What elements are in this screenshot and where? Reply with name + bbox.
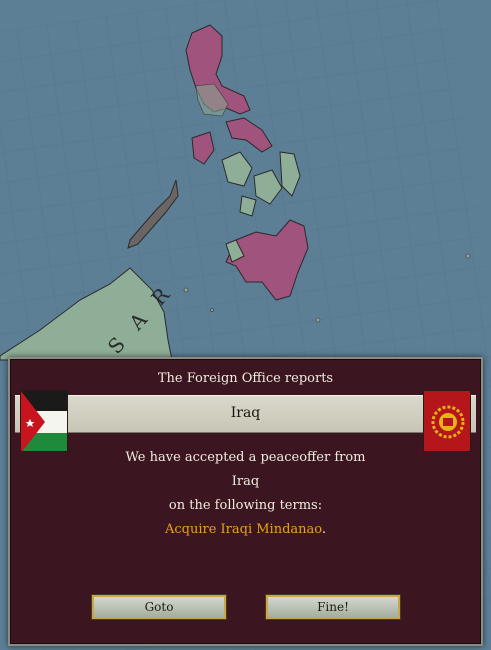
goto-button[interactable]: Goto [91, 594, 227, 620]
message-line-1: We have accepted a peaceoffer from [125, 450, 366, 465]
message-line-2: Iraq [231, 474, 260, 489]
peace-report-dialog: The Foreign Office reports Iraq We have … [8, 357, 483, 646]
fine-button[interactable]: Fine! [265, 594, 401, 620]
red-emblem-flag-icon[interactable] [423, 390, 471, 452]
terms-suffix: . [321, 522, 327, 537]
message-line-3: on the following terms: [168, 498, 323, 513]
terms-text: Acquire Iraqi Mindanao [164, 522, 322, 537]
country-band: Iraq [15, 390, 476, 452]
terms-line: Acquire Iraqi Mindanao. [10, 522, 481, 537]
jordan-style-flag-icon[interactable] [20, 390, 68, 452]
dialog-title: The Foreign Office reports [157, 371, 334, 386]
country-name: Iraq [230, 405, 261, 421]
